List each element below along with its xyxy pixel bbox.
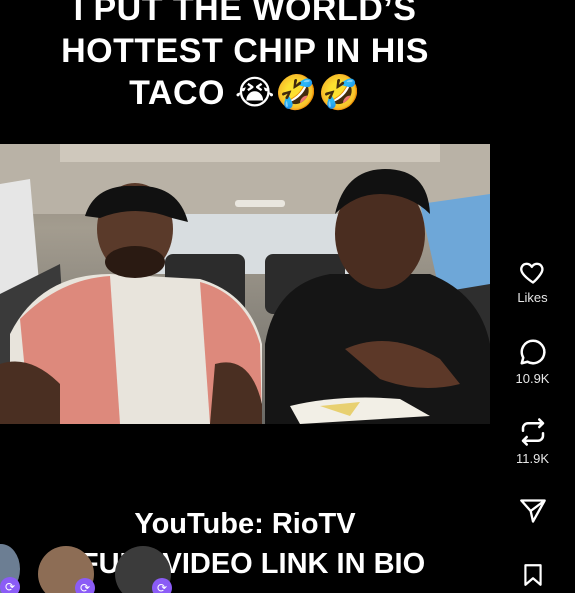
repost-button[interactable]: 11.9K [490, 417, 575, 466]
caption-line-3: TACO 😭🤣🤣 [129, 74, 361, 112]
heart-icon [519, 262, 544, 284]
save-button[interactable] [490, 561, 575, 589]
action-sidebar: Likes 10.9K 11.9K [490, 0, 575, 593]
video-frame [0, 144, 490, 424]
send-icon [519, 499, 546, 523]
comment-count: 10.9K [515, 371, 550, 386]
car-scene-illustration [0, 144, 490, 424]
video-player[interactable]: I PUT THE WORLD’S HOTTEST CHIP IN HIS TA… [0, 0, 490, 593]
repost-icon [521, 418, 544, 446]
like-button[interactable]: Likes [490, 258, 575, 305]
repost-badge-icon: ⟳ [75, 578, 95, 593]
share-button[interactable] [490, 497, 575, 525]
comment-icon [520, 339, 546, 365]
caption-youtube: YouTube: RioTV [134, 508, 356, 540]
repost-badge-icon: ⟳ [152, 578, 172, 593]
repost-count: 11.9K [515, 451, 549, 466]
bookmark-icon [523, 564, 542, 586]
caption-line-1: I PUT THE WORLD’S [73, 0, 417, 28]
avatar-strip: ⟳ ⟳ ⟳ [0, 540, 490, 593]
roof-liner [60, 144, 440, 162]
caption-line-2: HOTTEST CHIP IN HIS [61, 32, 429, 70]
dome-light [235, 200, 285, 207]
video-caption-top: I PUT THE WORLD’S HOTTEST CHIP IN HIS TA… [0, 0, 490, 114]
repost-badge-icon: ⟳ [0, 577, 20, 593]
like-label: Likes [517, 290, 548, 305]
comment-button[interactable]: 10.9K [490, 337, 575, 386]
